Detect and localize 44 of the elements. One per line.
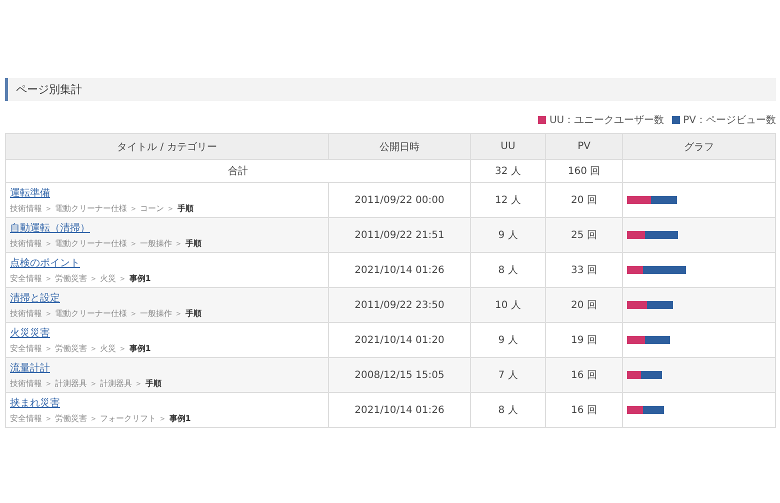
table-cell: 20 回 <box>546 288 622 322</box>
category-path: 技術情報 ＞ 電動クリーナー仕様 ＞ 一般操作 ＞ 手順 <box>10 308 202 319</box>
stacked-bar <box>627 300 673 309</box>
legend-label: PV：ページビュー数 <box>683 114 776 127</box>
column-header: グラフ <box>622 134 776 160</box>
table-cell: 16 回 <box>546 358 622 392</box>
stacked-bar <box>627 336 670 344</box>
category-path: 技術情報 ＞ 計測器具 ＞ 計測器具 ＞ 手順 <box>10 378 162 389</box>
column-header: UU <box>470 134 546 160</box>
table-cell: 2011/09/22 21:51 <box>328 218 470 252</box>
category-path: 技術情報 ＞ 電動クリーナー仕様 ＞ 一般操作 ＞ 手順 <box>10 238 202 249</box>
total-label: 合計 <box>6 160 470 182</box>
column-header: PV <box>546 134 622 160</box>
title-link[interactable]: 流量計計 <box>10 363 50 374</box>
table-cell: 160 回 <box>546 160 622 182</box>
column-header: タイトル / カテゴリー <box>6 134 328 160</box>
title-link[interactable]: 挟まれ災害 <box>10 398 60 409</box>
table-cell: 2021/10/14 01:26 <box>328 392 470 428</box>
table-cell: 16 回 <box>546 392 622 428</box>
category-path: 安全情報 ＞ 労働災害 ＞ 火災 ＞ 事例1 <box>10 273 152 284</box>
title-link[interactable]: 自動運転（清掃） <box>10 223 90 234</box>
stacked-bar <box>627 196 677 204</box>
section-heading: ページ別集計 <box>5 78 776 101</box>
title-link[interactable]: 点検のポイント <box>10 258 80 269</box>
stacked-bar <box>627 266 686 274</box>
table-cell: 9 人 <box>470 218 546 252</box>
category-path: 安全情報 ＞ 労働災害 ＞ フォークリフト ＞ 事例1 <box>10 413 192 424</box>
legend-label: UU：ユニークユーザー数 <box>549 114 664 127</box>
table-cell: 7 人 <box>470 358 546 392</box>
table-cell: 10 人 <box>470 288 546 322</box>
category-path: 技術情報 ＞ 電動クリーナー仕様 ＞ コーン ＞ 手順 <box>10 203 194 214</box>
table-cell: 2008/12/15 15:05 <box>328 358 470 392</box>
table-cell: 8 人 <box>470 392 546 428</box>
title-link[interactable]: 運転準備 <box>10 188 50 199</box>
category-path: 安全情報 ＞ 労働災害 ＞ 火災 ＞ 事例1 <box>10 343 152 354</box>
title-link[interactable]: 清掃と設定 <box>10 293 60 304</box>
column-header: 公開日時 <box>328 134 470 160</box>
stacked-bar <box>627 370 662 379</box>
stacked-bar <box>627 230 678 239</box>
stacked-bar <box>627 406 664 414</box>
table-cell: 32 人 <box>470 160 546 182</box>
table-cell: 25 回 <box>546 218 622 252</box>
table-cell: 2011/09/22 23:50 <box>328 288 470 322</box>
title-link[interactable]: 火災災害 <box>10 328 50 339</box>
